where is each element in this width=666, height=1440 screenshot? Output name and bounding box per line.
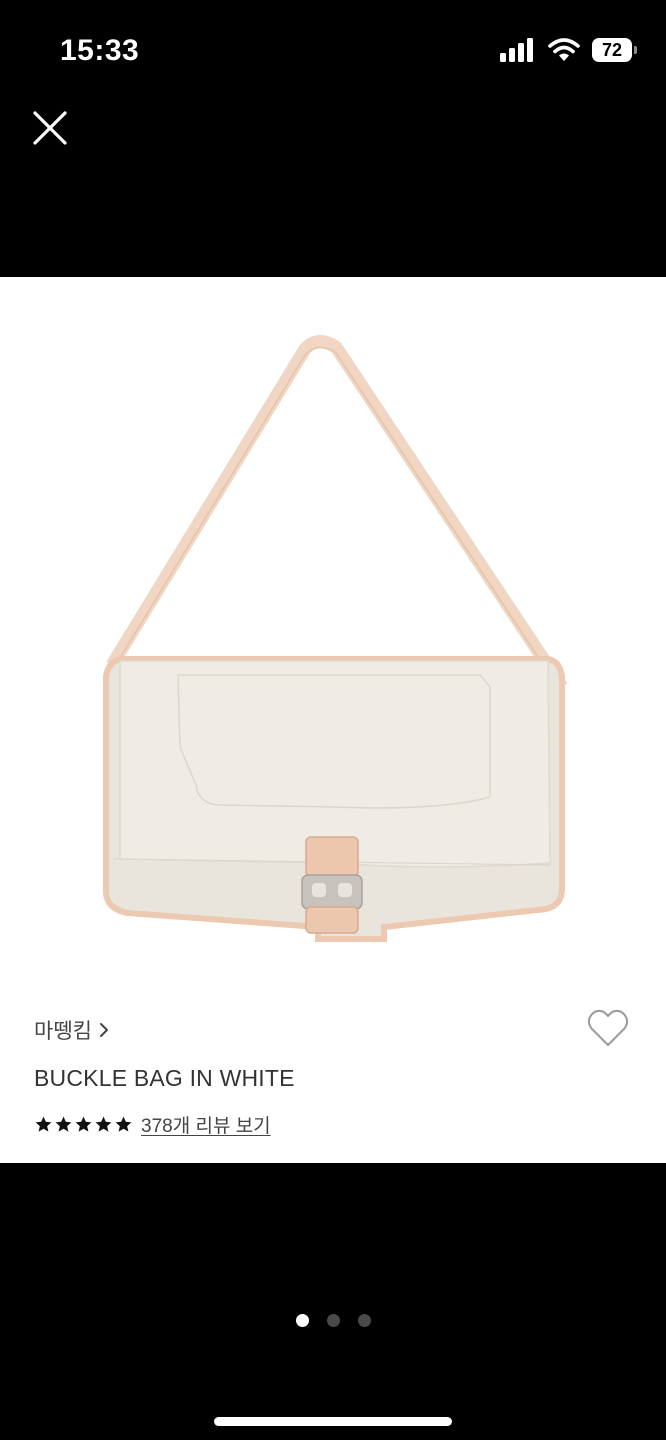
image-pager — [0, 1314, 666, 1327]
review-link[interactable]: 378개 리뷰 보기 — [141, 1111, 271, 1138]
wishlist-button[interactable] — [586, 1007, 630, 1051]
home-indicator[interactable] — [214, 1417, 452, 1426]
product-card: 마뗑킴 BUCKLE BAG IN WHITE 378개 리뷰 보기 — [0, 277, 666, 1163]
signal-bars-icon — [500, 38, 533, 62]
battery-level: 72 — [601, 39, 623, 60]
wifi-icon — [548, 38, 580, 61]
chevron-right-icon — [99, 1023, 108, 1037]
pager-dot-active[interactable] — [295, 1314, 309, 1327]
star-icon — [55, 1116, 72, 1132]
close-button[interactable] — [28, 106, 72, 150]
status-time: 15:33 — [60, 34, 140, 67]
star-icon — [95, 1116, 112, 1132]
product-photo[interactable] — [0, 277, 666, 989]
status-icons: 72 — [500, 38, 637, 62]
close-icon — [33, 111, 67, 145]
star-icon — [115, 1116, 132, 1132]
brand-name: 마뗑킴 — [34, 1020, 92, 1043]
star-icon — [35, 1116, 52, 1132]
star-icon — [75, 1116, 92, 1132]
brand-link[interactable]: 마뗑킴 — [34, 1015, 110, 1045]
rating-stars — [34, 1115, 133, 1134]
rating-row: 378개 리뷰 보기 — [34, 1111, 271, 1138]
pager-dot[interactable] — [357, 1314, 371, 1327]
product-name: BUCKLE BAG IN WHITE — [34, 1065, 295, 1091]
pager-dot[interactable] — [326, 1314, 340, 1327]
status-bar: 15:33 72 — [0, 0, 666, 100]
heart-outline-icon — [587, 1009, 629, 1046]
battery-indicator: 72 — [592, 38, 637, 62]
